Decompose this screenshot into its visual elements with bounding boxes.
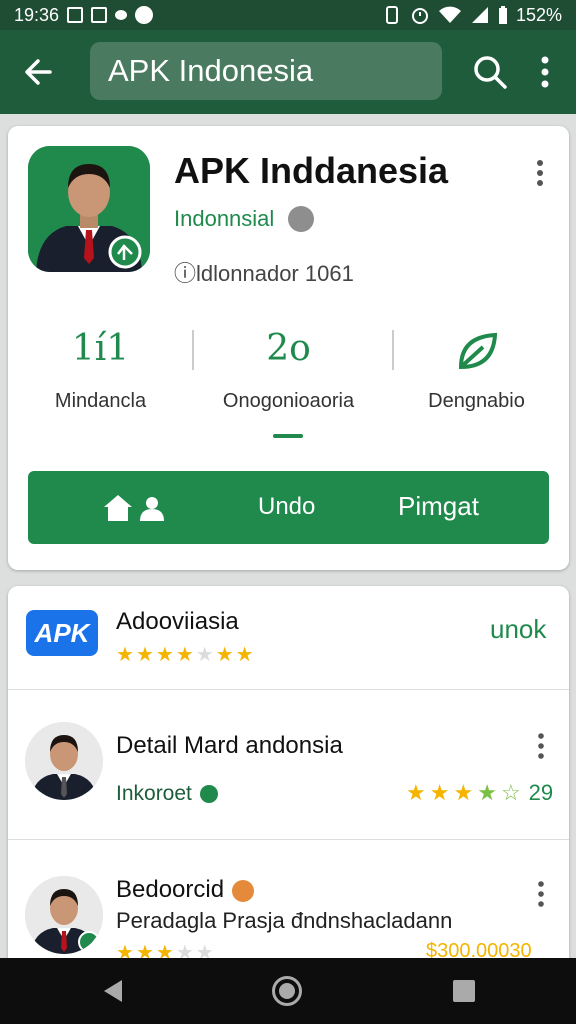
- item-more-button[interactable]: [534, 880, 548, 908]
- item-subtitle: Peradagla Prasja đndnshacladann: [116, 908, 453, 933]
- vibrate-icon: [385, 6, 398, 24]
- back-button[interactable]: [0, 30, 76, 114]
- battery-level: 152%: [515, 4, 562, 25]
- notification-icon: [67, 7, 84, 23]
- globe-icon: [288, 206, 315, 232]
- avatar: [25, 722, 103, 800]
- app-icon[interactable]: [28, 146, 150, 272]
- item-title: Bedoorcid: [116, 876, 255, 904]
- overflow-menu-button[interactable]: [530, 52, 560, 92]
- search-button[interactable]: [470, 52, 510, 92]
- more-vert-icon: [537, 160, 543, 186]
- rating-count: 29: [528, 780, 554, 805]
- system-nav-bar: [0, 958, 576, 1024]
- nav-back-icon: [104, 980, 122, 1002]
- shield-icon: [199, 785, 218, 803]
- back-arrow-icon: [25, 59, 52, 85]
- app-more-button[interactable]: [530, 158, 550, 188]
- nav-back-button[interactable]: [100, 978, 126, 1009]
- install-icon: [104, 495, 164, 521]
- battery-icon: [498, 6, 507, 24]
- developer-row[interactable]: Indonnsial: [174, 206, 315, 232]
- nav-home-button[interactable]: [272, 976, 302, 1006]
- stat-label: Onogonioaoria: [222, 390, 355, 412]
- star-icon: ★: [477, 780, 497, 805]
- app-title: APK Inddanesia: [174, 150, 449, 191]
- star-icon: ★: [235, 644, 254, 666]
- divider: [192, 330, 194, 370]
- star-icon: ★: [215, 644, 234, 666]
- star-half-icon: ☆: [500, 780, 521, 805]
- stat-category[interactable]: Dengnabio: [384, 322, 569, 413]
- search-icon: [474, 56, 507, 89]
- star-icon: ★: [453, 780, 474, 805]
- avatar: [25, 876, 103, 954]
- app-detail-card: APK Inddanesia Indonnsial ⓘldlonnador 10…: [8, 126, 569, 570]
- star-icon: ★: [175, 644, 194, 666]
- stat-rating[interactable]: 1í1 Mindancla: [8, 322, 193, 413]
- search-field[interactable]: APK Indonesia: [90, 42, 442, 100]
- stat-value: 1í1: [71, 328, 130, 369]
- rating-row: ★ ★ ★ ★ ☆ 29: [406, 780, 553, 806]
- stat-label: Dengnabio: [428, 390, 525, 412]
- star-icon: ★: [429, 780, 450, 805]
- leaf-icon: [384, 322, 569, 376]
- developer-row[interactable]: Inkoroet: [116, 782, 218, 806]
- star-icon: ★: [155, 644, 174, 666]
- signal-icon: [471, 7, 488, 23]
- list-item[interactable]: Detail Mard andonsia: [8, 690, 569, 840]
- install-label: Pimgat: [398, 491, 479, 521]
- status-time: 19:36: [14, 4, 60, 25]
- stat-value: 2o: [266, 328, 311, 369]
- app-icon-portrait: [28, 146, 150, 272]
- item-action[interactable]: unok: [490, 614, 546, 645]
- star-empty-icon: ★: [195, 644, 214, 666]
- stat-label: Mindancla: [54, 390, 147, 412]
- star-icon: ★: [135, 644, 154, 666]
- nav-recent-button[interactable]: [453, 980, 475, 1002]
- wifi-icon: [438, 6, 461, 23]
- emoji-icon: [232, 879, 255, 902]
- status-bar: 19:36 152%: [0, 0, 576, 30]
- item-more-button[interactable]: [534, 732, 548, 760]
- developer-name: Inkoroet: [116, 782, 192, 805]
- star-icon: ★: [406, 780, 426, 805]
- app-notification-icon: [135, 6, 154, 24]
- undo-label: Undo: [258, 493, 316, 520]
- item-title: Detail Mard andonsia: [116, 732, 343, 759]
- app-meta: ⓘldlonnador 1061: [174, 261, 354, 286]
- alarm-icon: [411, 8, 428, 24]
- search-query: APK Indonesia: [108, 53, 314, 88]
- star-icon: ★: [116, 644, 134, 666]
- item-title: Adooviiasia: [116, 608, 239, 635]
- stats-row: 1í1 Mindancla 2o Onogonioaoria Dengnabio: [8, 322, 569, 432]
- app-bar: APK Indonesia: [0, 30, 576, 114]
- install-button[interactable]: Undo Pimgat: [28, 471, 549, 544]
- developer-name: Indonnsial: [174, 206, 275, 231]
- divider: [392, 330, 394, 370]
- gallery-icon: [91, 7, 108, 23]
- item-title-text: Bedoorcid: [116, 876, 225, 903]
- more-vert-icon: [538, 733, 544, 759]
- rating-stars: ★ ★ ★ ★ ★ ★ ★: [116, 642, 254, 667]
- list-item[interactable]: APK Adooviiasia ★ ★ ★ ★ ★ ★ ★ unok: [8, 586, 569, 690]
- more-vert-icon: [538, 881, 544, 907]
- apk-logo: APK: [26, 610, 98, 656]
- stat-downloads[interactable]: 2o Onogonioaoria: [196, 322, 381, 413]
- active-indicator: [273, 434, 303, 438]
- more-vert-icon: [541, 56, 549, 88]
- cloud-icon: [115, 10, 128, 20]
